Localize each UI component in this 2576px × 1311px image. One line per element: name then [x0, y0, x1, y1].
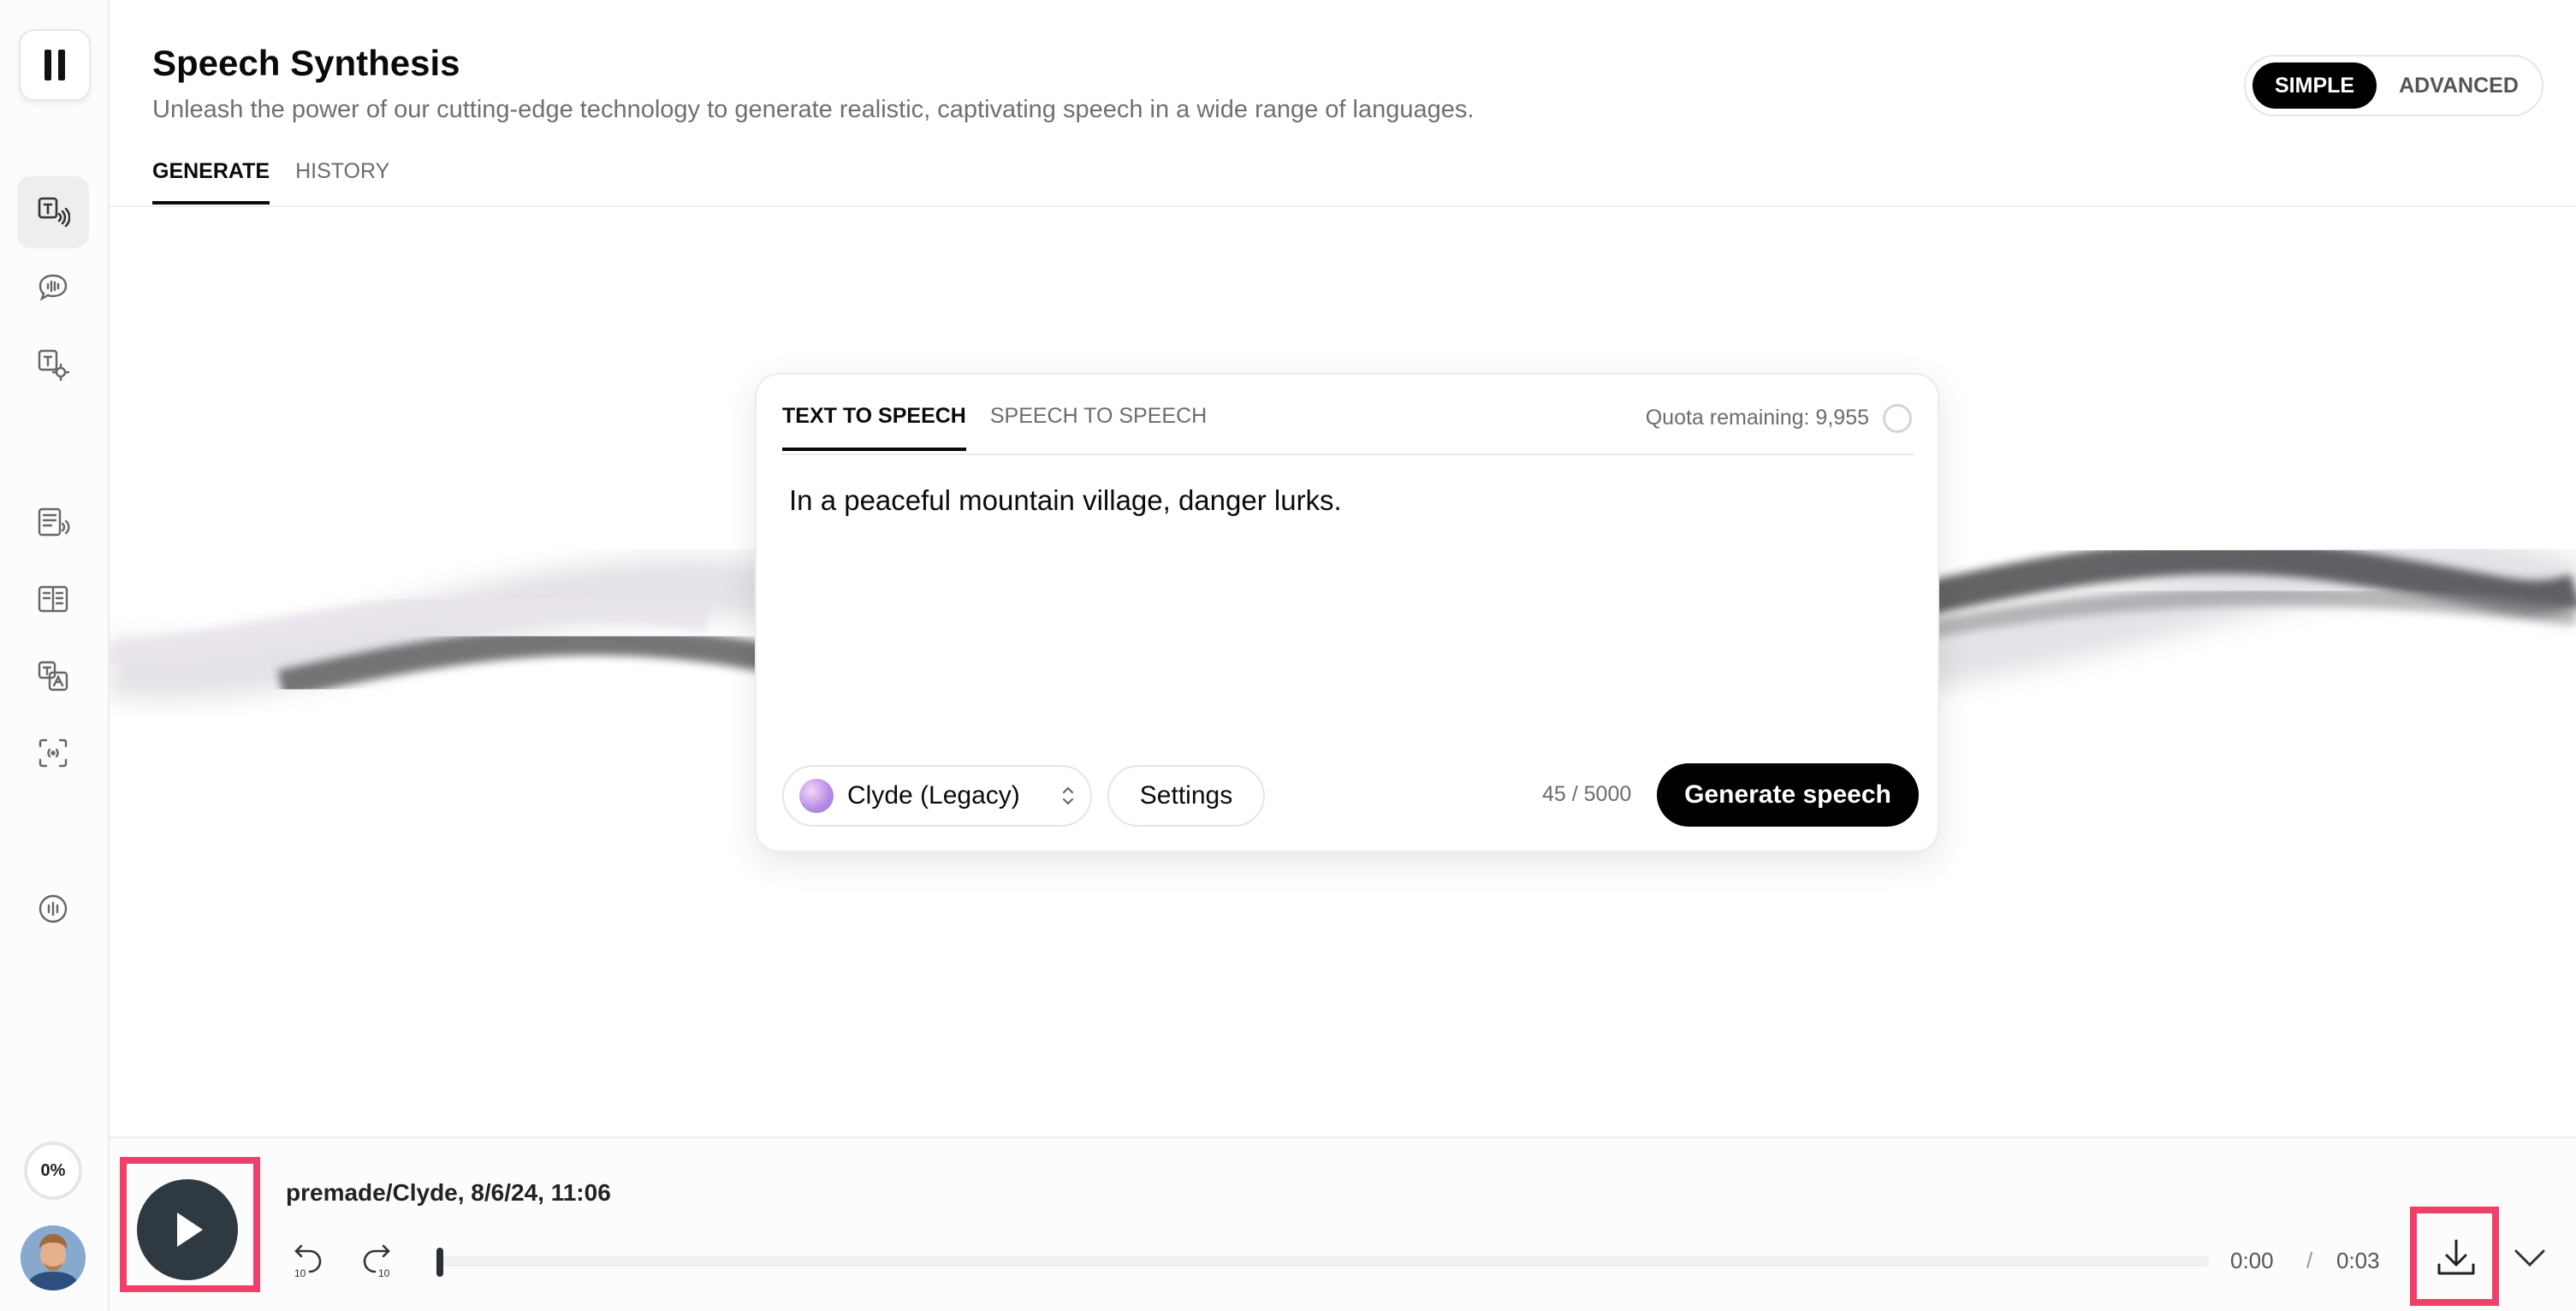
avatar[interactable]: [21, 1225, 86, 1290]
download-button[interactable]: [2432, 1234, 2480, 1282]
voice-avatar-icon: [799, 779, 834, 813]
voice-select[interactable]: Clyde (Legacy): [782, 765, 1092, 827]
tab-speech-to-speech[interactable]: SPEECH TO SPEECH: [990, 404, 1207, 451]
audio-document-icon: [38, 507, 70, 537]
chevron-updown-icon: [1061, 785, 1075, 807]
download-icon: [2437, 1239, 2475, 1275]
nav-voice-isolator[interactable]: [17, 717, 89, 789]
rewind-10-button[interactable]: 10: [286, 1239, 327, 1280]
mode-toggle: SIMPLE ADVANCED: [2244, 55, 2543, 116]
voice-isolator-icon: [39, 739, 68, 768]
svg-text:10: 10: [378, 1267, 390, 1279]
forward-10-button[interactable]: 10: [358, 1239, 399, 1280]
quota-remaining: Quota remaining: 9,955: [1645, 406, 1869, 430]
progress-bar[interactable]: [438, 1256, 2210, 1267]
nav-speech-bubble[interactable]: [17, 252, 89, 323]
nav-book[interactable]: [17, 563, 89, 635]
sound-effects-icon: [39, 894, 68, 923]
speech-bubble-icon: [39, 274, 68, 301]
card-tabs: TEXT TO SPEECH SPEECH TO SPEECH: [782, 404, 1207, 451]
mode-simple-button[interactable]: SIMPLE: [2253, 62, 2377, 109]
user-avatar-image: [21, 1225, 86, 1290]
sidebar: 0%: [0, 0, 110, 1311]
track-title: premade/Clyde, 8/6/24, 11:06: [286, 1179, 611, 1206]
mode-advanced-button[interactable]: ADVANCED: [2377, 62, 2541, 109]
chevron-down-icon: [2514, 1249, 2545, 1267]
nav-audio-document[interactable]: [17, 486, 89, 558]
usage-indicator[interactable]: 0%: [24, 1142, 82, 1200]
audio-player: [110, 1136, 2576, 1311]
header-divider: [110, 205, 2576, 207]
tab-history[interactable]: HISTORY: [295, 159, 389, 205]
voice-settings-icon: [38, 349, 70, 382]
speech-card: TEXT TO SPEECH SPEECH TO SPEECH Quota re…: [755, 373, 1939, 852]
nav-text-to-speech[interactable]: [17, 176, 89, 248]
forward-10-icon: 10: [363, 1244, 390, 1279]
logo-icon: [45, 50, 65, 80]
logo-button[interactable]: [19, 29, 91, 101]
nav-translate[interactable]: [17, 640, 89, 712]
settings-button[interactable]: Settings: [1107, 765, 1265, 827]
progress-handle[interactable]: [436, 1248, 443, 1277]
play-button[interactable]: [137, 1179, 238, 1280]
total-time: 0:03: [2336, 1248, 2380, 1273]
svg-text:10: 10: [294, 1267, 306, 1279]
quota-ring-icon: [1883, 404, 1912, 433]
current-time: 0:00: [2230, 1248, 2274, 1273]
tab-text-to-speech[interactable]: TEXT TO SPEECH: [782, 404, 966, 451]
page-subtitle: Unleash the power of our cutting-edge te…: [152, 96, 1475, 123]
translate-icon: [38, 661, 68, 691]
text-to-speech-icon: [38, 197, 70, 228]
character-count: 45 / 5000: [1542, 782, 1632, 806]
generate-speech-button[interactable]: Generate speech: [1657, 763, 1919, 827]
voice-name: Clyde (Legacy): [847, 781, 1020, 810]
collapse-player-button[interactable]: [2511, 1241, 2549, 1275]
nav-sound-effects[interactable]: [17, 873, 89, 945]
rewind-10-icon: 10: [294, 1244, 322, 1279]
top-tabs: GENERATE HISTORY: [152, 159, 389, 205]
time-separator: /: [2306, 1248, 2313, 1273]
card-divider: [782, 454, 1914, 455]
text-input[interactable]: In a peaceful mountain village, danger l…: [789, 484, 1342, 517]
play-icon: [177, 1213, 203, 1247]
nav-voice-settings[interactable]: [17, 329, 89, 400]
book-icon: [38, 585, 68, 613]
page-title: Speech Synthesis: [152, 43, 460, 83]
tab-generate[interactable]: GENERATE: [152, 159, 270, 205]
